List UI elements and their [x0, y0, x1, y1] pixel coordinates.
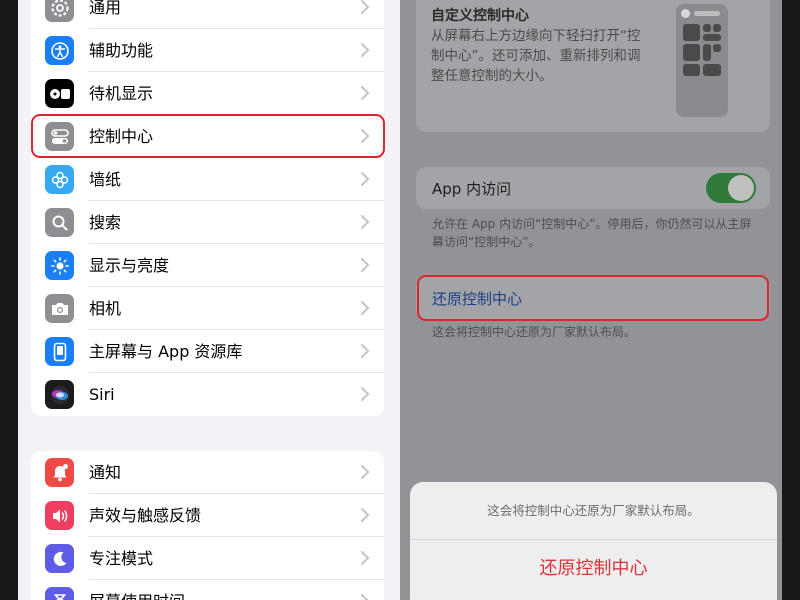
chevron-right-icon — [361, 215, 370, 229]
customize-card: 自定义控制中心 从屏幕右上方边缘向下轻扫打开“控制中心”。还可添加、重新排列和调… — [416, 0, 770, 132]
sidebar-item-wallpaper[interactable]: 墙纸 — [31, 158, 384, 201]
sidebar-item-accessibility[interactable]: 辅助功能 — [31, 29, 384, 72]
sidebar-item-siri[interactable]: Siri — [31, 373, 384, 416]
control-center-preview-image — [676, 4, 728, 117]
preview-block — [703, 34, 721, 41]
sidebar-item-label: 屏幕使用时间 — [89, 580, 384, 600]
preview-dot — [681, 9, 690, 18]
sidebar-item-label: 相机 — [89, 287, 384, 330]
sidebar-item-label: 声效与触感反馈 — [89, 494, 384, 537]
sidebar-item-label: 辅助功能 — [89, 29, 384, 72]
preview-block — [683, 44, 700, 61]
home-screen-icon — [45, 337, 74, 366]
app-access-toggle[interactable] — [706, 173, 756, 203]
sidebar-item-standby[interactable]: 待机显示 — [31, 72, 384, 115]
accessibility-icon — [45, 36, 74, 65]
search-icon — [45, 208, 74, 237]
focus-moon-icon — [45, 544, 74, 573]
preview-block — [683, 24, 700, 41]
preview-block — [703, 44, 711, 61]
settings-group-1: 通用 辅助功能 待机显示 控制中心 墙纸 搜索 显示与亮度 相机 主屏幕与 Ap… — [31, 0, 384, 416]
app-access-footnote: 允许在 App 内访问“控制中心”。停用后，你仍然可以从主屏幕访问“控制中心”。 — [432, 217, 752, 249]
sidebar-item-label: 显示与亮度 — [89, 244, 384, 287]
sidebar-item-label: 通用 — [89, 0, 384, 29]
chevron-right-icon — [361, 551, 370, 565]
sidebar-item-label: Siri — [89, 385, 115, 404]
reset-action-sheet: 这会将控制中心还原为厂家默认布局。 还原控制中心 — [410, 482, 777, 600]
sidebar-item-label: 通知 — [89, 451, 384, 494]
sidebar-item-notifications[interactable]: 通知 — [31, 451, 384, 494]
confirm-reset-button[interactable]: 还原控制中心 — [410, 540, 777, 600]
preview-block — [703, 64, 721, 76]
device-bezel-left — [0, 0, 18, 600]
customize-description: 从屏幕右上方边缘向下轻扫打开“控制中心”。还可添加、重新排列和调整任意控制的大小… — [431, 28, 641, 84]
sidebar-item-display-brightness[interactable]: 显示与亮度 — [31, 244, 384, 287]
sidebar-item-control-center[interactable]: 控制中心 — [31, 115, 384, 158]
control-center-icon — [45, 122, 74, 151]
reset-highlight-ring — [417, 275, 769, 321]
chevron-right-icon — [361, 129, 370, 143]
chevron-right-icon — [361, 43, 370, 57]
chevron-right-icon — [361, 344, 370, 358]
preview-block — [713, 24, 721, 32]
siri-icon — [45, 380, 74, 409]
app-access-row[interactable]: App 内访问 — [416, 167, 770, 209]
gear-icon — [45, 0, 74, 22]
app-access-label: App 内访问 — [432, 180, 512, 198]
chevron-right-icon — [361, 387, 370, 401]
sidebar-item-label: 主屏幕与 App 资源库 — [89, 330, 384, 373]
chevron-right-icon — [361, 508, 370, 522]
sound-icon — [45, 501, 74, 530]
screen-time-icon — [45, 587, 74, 600]
camera-icon — [45, 294, 74, 323]
chevron-right-icon — [361, 172, 370, 186]
preview-bar — [694, 11, 720, 16]
reset-footnote: 这会将控制中心还原为厂家默认布局。 — [432, 325, 637, 339]
chevron-right-icon — [361, 258, 370, 272]
sidebar-item-camera[interactable]: 相机 — [31, 287, 384, 330]
sidebar-item-screen-time[interactable]: 屏幕使用时间 — [31, 580, 384, 600]
chevron-right-icon — [361, 465, 370, 479]
toggle-knob — [728, 175, 754, 201]
control-center-detail-pane: 自定义控制中心 从屏幕右上方边缘向下轻扫打开“控制中心”。还可添加、重新排列和调… — [400, 0, 782, 600]
sidebar-item-sounds-haptics[interactable]: 声效与触感反馈 — [31, 494, 384, 537]
settings-group-2: 通知 声效与触感反馈 专注模式 屏幕使用时间 — [31, 451, 384, 600]
sidebar-item-focus[interactable]: 专注模式 — [31, 537, 384, 580]
chevron-right-icon — [361, 86, 370, 100]
sidebar-item-label: 控制中心 — [89, 115, 384, 158]
brightness-icon — [45, 251, 74, 280]
chevron-right-icon — [361, 301, 370, 315]
sidebar-item-search[interactable]: 搜索 — [31, 201, 384, 244]
device-bezel-right — [782, 0, 800, 600]
sidebar-item-label: 待机显示 — [89, 72, 384, 115]
preview-block — [703, 24, 711, 32]
chevron-right-icon — [361, 0, 370, 14]
customize-title: 自定义控制中心 — [431, 8, 529, 24]
preview-block — [713, 44, 721, 52]
action-sheet-message: 这会将控制中心还原为厂家默认布局。 — [410, 482, 777, 540]
wallpaper-icon — [45, 165, 74, 194]
sidebar-item-home-screen[interactable]: 主屏幕与 App 资源库 — [31, 330, 384, 373]
standby-icon — [45, 79, 74, 108]
chevron-right-icon — [361, 594, 369, 600]
sidebar-item-label: 搜索 — [89, 201, 384, 244]
sidebar-item-label: 墙纸 — [89, 158, 384, 201]
settings-sidebar: 通用 辅助功能 待机显示 控制中心 墙纸 搜索 显示与亮度 相机 主屏幕与 Ap… — [18, 0, 400, 600]
sidebar-item-label: 专注模式 — [89, 537, 384, 580]
preview-block — [683, 64, 700, 76]
notification-icon — [45, 458, 74, 487]
sidebar-item-general[interactable]: 通用 — [31, 0, 384, 29]
